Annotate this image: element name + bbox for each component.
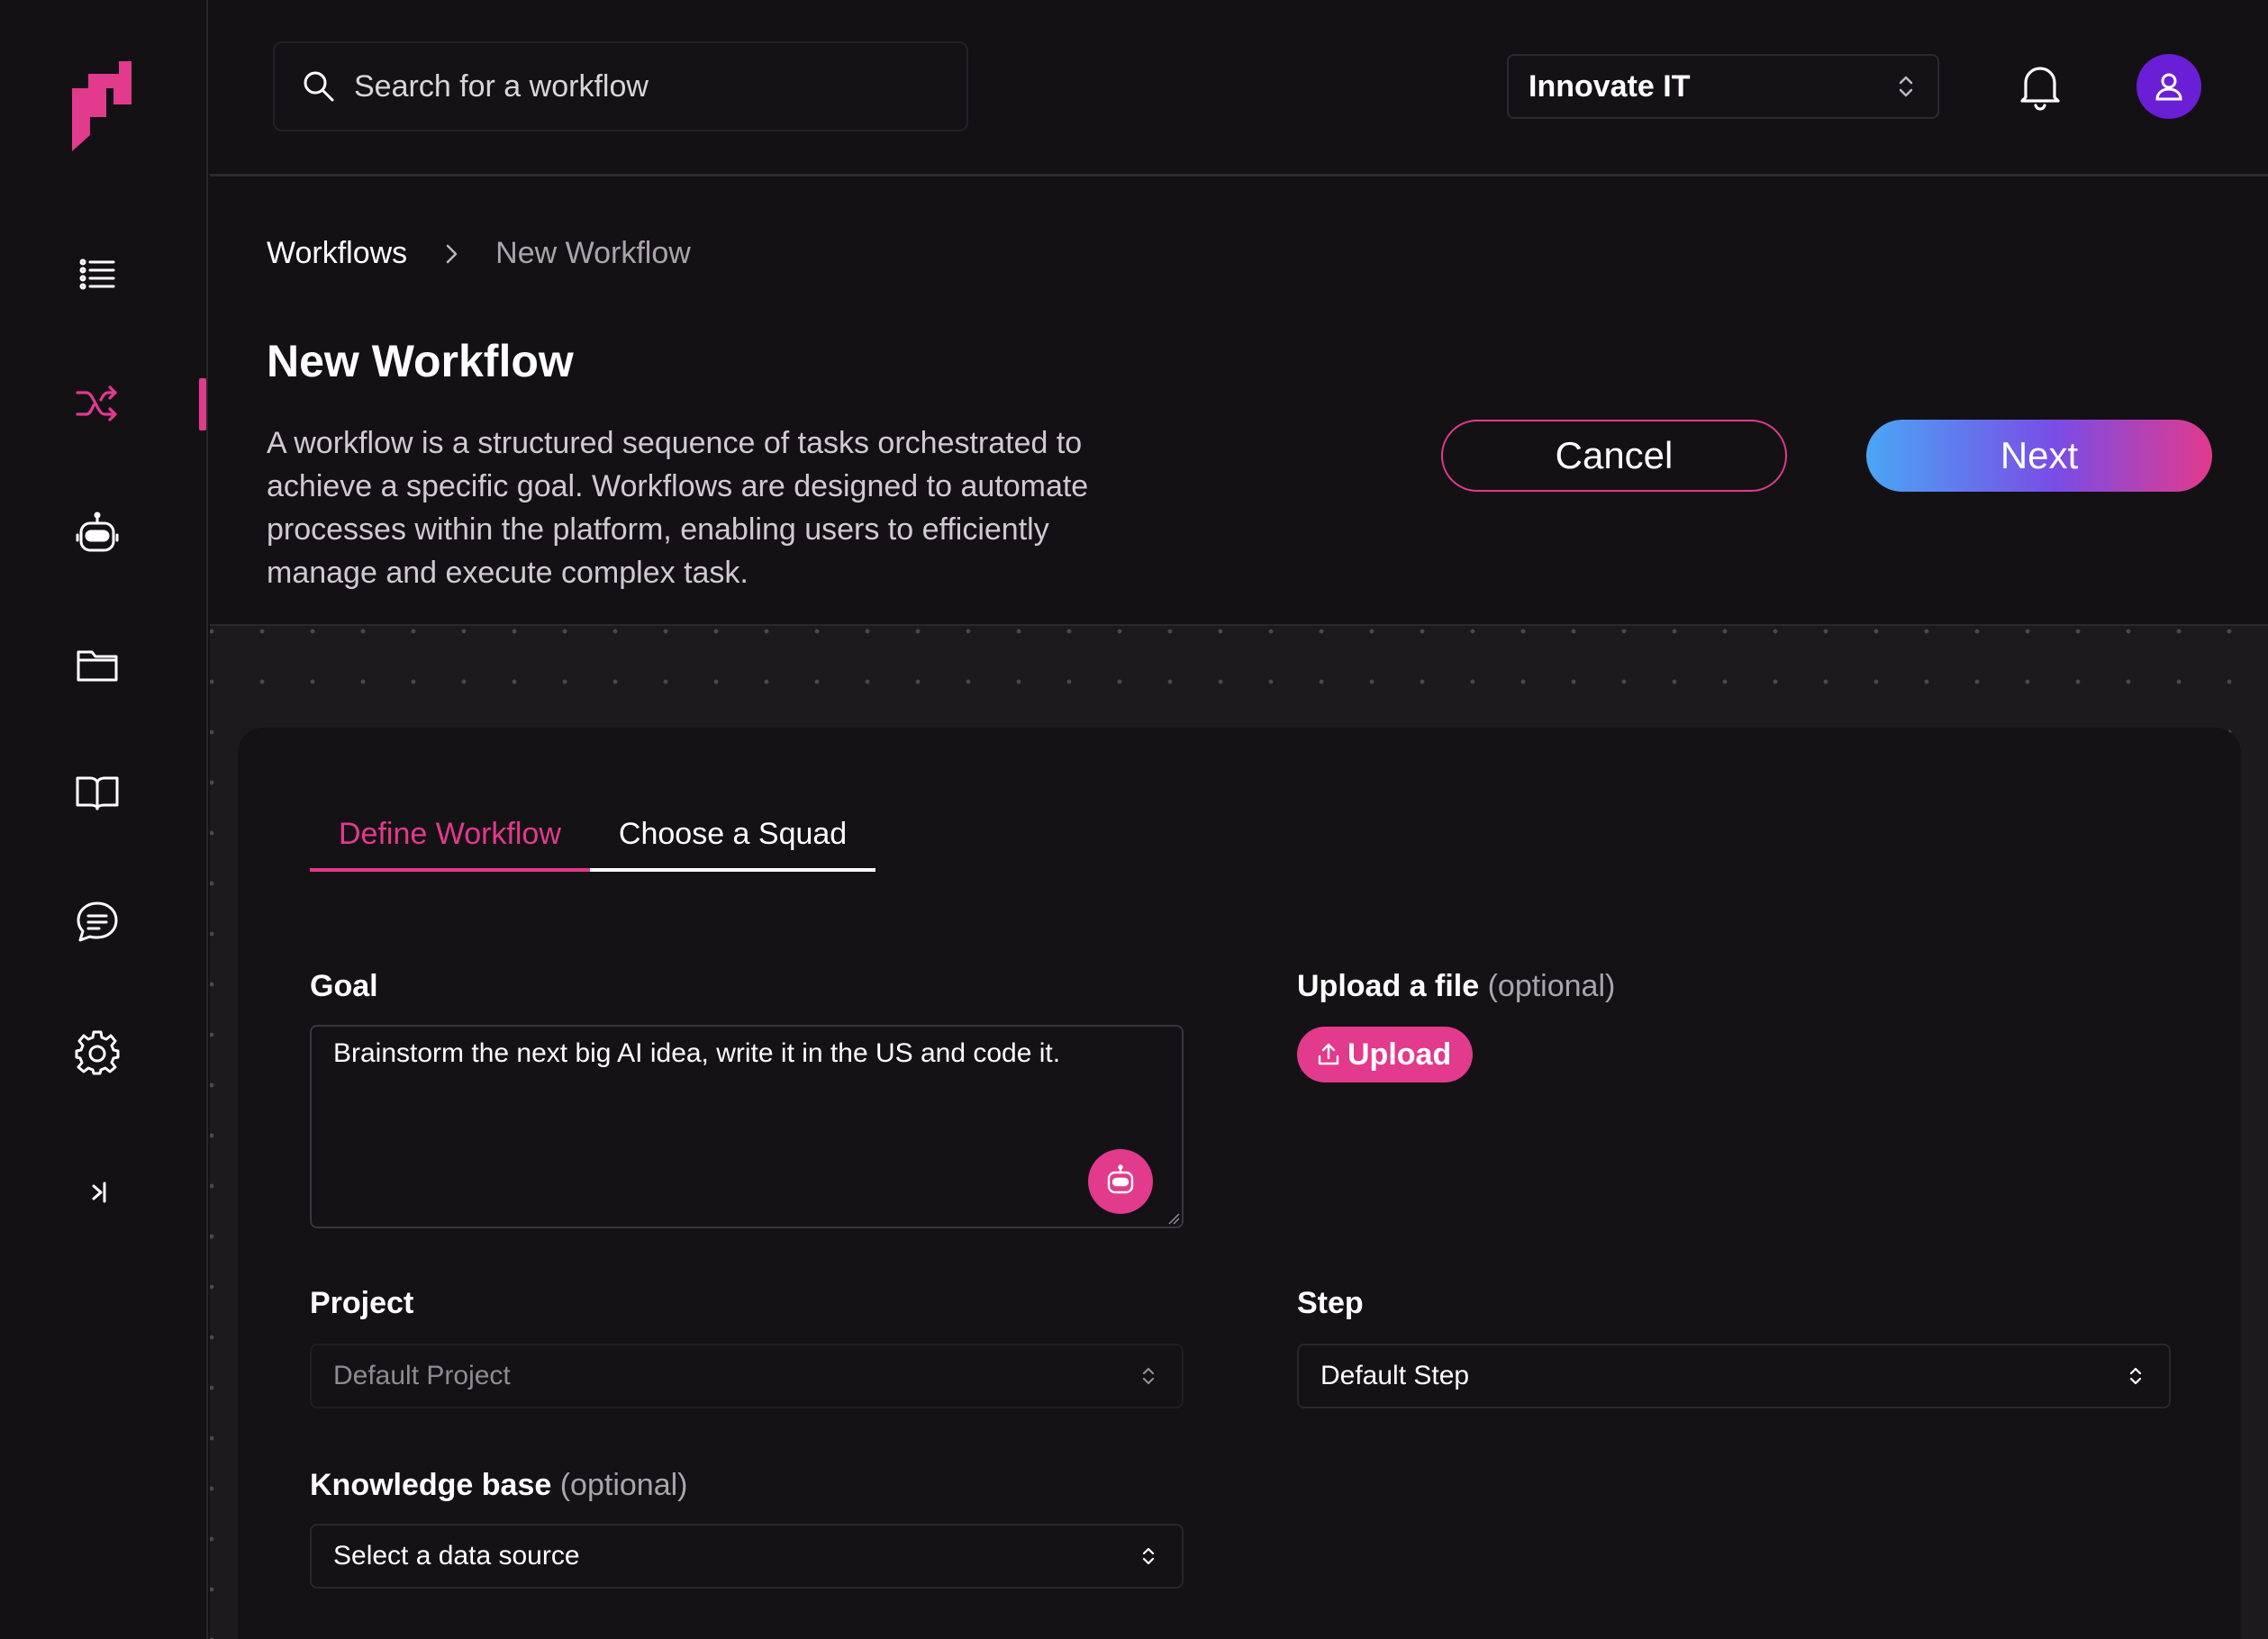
sidebar-item-chat[interactable] <box>63 888 132 956</box>
knowledge-base-select[interactable]: Select a data source <box>310 1524 1184 1589</box>
expand-sidebar-icon <box>92 1182 106 1203</box>
robot-icon <box>1107 1164 1134 1194</box>
upload-optional-text: (optional) <box>1487 969 1616 1003</box>
organization-select-value: Innovate IT <box>1529 68 1691 104</box>
upload-button-label: Upload <box>1347 1037 1452 1072</box>
search-icon <box>304 71 334 102</box>
goal-label: Goal <box>310 969 378 1004</box>
ai-assist-button[interactable] <box>1088 1149 1153 1214</box>
upload-label: Upload a file (optional) <box>1297 969 1615 1004</box>
goal-textarea[interactable]: Brainstorm the next big AI idea, write i… <box>310 1025 1184 1228</box>
upload-button[interactable]: Upload <box>1297 1027 1474 1082</box>
page-title: New Workflow <box>267 336 574 386</box>
project-select[interactable]: Default Project <box>310 1344 1184 1408</box>
tab-choose-squad[interactable]: Choose a Squad <box>589 800 876 872</box>
sidebar <box>0 0 208 1639</box>
search-input[interactable]: Search for a workflow <box>273 41 968 131</box>
step-label: Step <box>1297 1286 1364 1321</box>
step-select-value: Default Step <box>1320 1361 1470 1390</box>
resize-handle-icon[interactable] <box>1166 1210 1180 1225</box>
gear-icon <box>75 1030 120 1075</box>
sidebar-item-expand[interactable] <box>63 1158 132 1227</box>
chevron-up-down-icon <box>1142 1367 1155 1385</box>
upload-icon <box>1318 1043 1339 1065</box>
bell-icon[interactable] <box>2011 58 2069 115</box>
next-button[interactable]: Next <box>1866 420 2212 492</box>
breadcrumb: Workflows New Workflow <box>267 236 691 271</box>
knowledge-base-label-text: Knowledge base <box>310 1468 552 1502</box>
chevron-up-down-icon <box>1899 76 1913 97</box>
sidebar-item-workflows[interactable] <box>63 369 132 438</box>
knowledge-base-label: Knowledge base (optional) <box>310 1468 687 1503</box>
brand-logo[interactable] <box>70 61 135 151</box>
book-icon <box>76 776 119 810</box>
breadcrumb-workflows[interactable]: Workflows <box>267 236 407 271</box>
project-label: Project <box>310 1286 413 1321</box>
project-label-text: Project <box>310 1286 414 1320</box>
step-select[interactable]: Default Step <box>1297 1344 2171 1408</box>
robot-icon <box>76 512 119 552</box>
search-placeholder: Search for a workflow <box>354 68 649 104</box>
user-icon <box>2155 73 2182 101</box>
goal-label-text: Goal <box>310 969 378 1003</box>
chevron-up-down-icon <box>2129 1367 2142 1385</box>
knowledge-base-optional-text: (optional) <box>559 1468 688 1502</box>
step-label-text: Step <box>1297 1286 1364 1320</box>
page-description: A workflow is a structured sequence of t… <box>267 426 1089 590</box>
chevron-right-icon <box>446 244 458 263</box>
top-header: Search for a workflow Innovate IT <box>210 0 2268 177</box>
app-root: Search for a workflow Innovate IT Workfl… <box>0 0 2268 1639</box>
organization-select[interactable]: Innovate IT <box>1507 54 1939 119</box>
tab-define-workflow[interactable]: Define Workflow <box>310 800 590 872</box>
sidebar-item-list[interactable] <box>63 240 132 308</box>
project-select-value: Default Project <box>333 1361 511 1390</box>
breadcrumb-current: New Workflow <box>495 236 691 270</box>
sidebar-item-files[interactable] <box>63 630 132 699</box>
chat-icon <box>77 901 118 942</box>
user-avatar[interactable] <box>2136 54 2201 119</box>
workflow-form-card: Define Workflow Choose a Squad Goal Brai… <box>238 728 2241 1639</box>
folder-icon <box>77 650 118 682</box>
active-indicator <box>199 378 206 430</box>
sidebar-item-settings[interactable] <box>63 1018 132 1086</box>
sidebar-item-docs[interactable] <box>63 758 132 827</box>
shuffle-icon <box>76 385 117 421</box>
upload-label-text: Upload a file <box>1297 969 1480 1003</box>
knowledge-base-select-value: Select a data source <box>333 1541 580 1571</box>
sidebar-item-agents[interactable] <box>63 501 132 569</box>
chevron-up-down-icon <box>1142 1547 1155 1565</box>
cancel-button[interactable]: Cancel <box>1441 420 1787 492</box>
form-tabs: Define Workflow Choose a Squad <box>310 800 876 872</box>
list-icon <box>79 258 115 290</box>
